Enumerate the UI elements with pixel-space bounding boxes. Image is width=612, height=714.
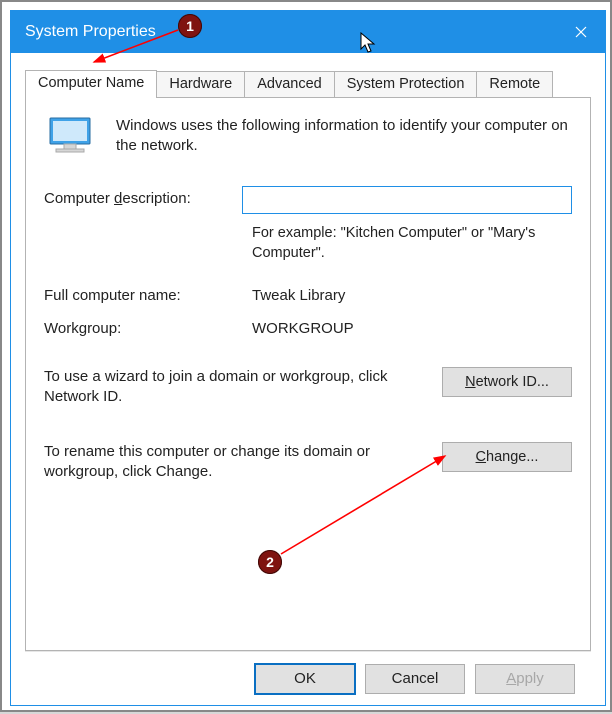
tab-advanced[interactable]: Advanced xyxy=(244,71,335,97)
tab-hardware[interactable]: Hardware xyxy=(156,71,245,97)
tab-label: System Protection xyxy=(347,76,465,92)
close-icon xyxy=(575,26,587,38)
tab-computer-name[interactable]: Computer Name xyxy=(25,70,157,98)
computer-description-hint: For example: "Kitchen Computer" or "Mary… xyxy=(252,224,572,263)
tabstrip: Computer Name Hardware Advanced System P… xyxy=(25,67,591,97)
network-id-text: To use a wizard to join a domain or work… xyxy=(44,367,442,408)
window-title: System Properties xyxy=(25,23,156,41)
tab-remote[interactable]: Remote xyxy=(476,71,553,97)
workgroup-label: Workgroup: xyxy=(44,316,252,337)
tab-label: Remote xyxy=(489,76,540,92)
tab-label: Advanced xyxy=(257,76,322,92)
tab-system-protection[interactable]: System Protection xyxy=(334,71,478,97)
change-text: To rename this computer or change its do… xyxy=(44,442,442,483)
network-id-button[interactable]: Network ID... xyxy=(442,367,572,397)
full-computer-name-value: Tweak Library xyxy=(252,283,572,304)
system-properties-dialog: System Properties Computer Name Hardware… xyxy=(10,10,606,706)
full-computer-name-label: Full computer name: xyxy=(44,283,252,304)
computer-icon xyxy=(44,116,98,164)
apply-button[interactable]: Apply xyxy=(475,664,575,694)
dialog-button-bar: OK Cancel Apply xyxy=(25,651,591,705)
close-button[interactable] xyxy=(557,11,605,53)
ok-button[interactable]: OK xyxy=(255,664,355,694)
workgroup-value: WORKGROUP xyxy=(252,316,572,337)
tab-label: Computer Name xyxy=(38,75,144,91)
computer-description-label: Computer description: xyxy=(44,186,242,207)
client-area: Computer Name Hardware Advanced System P… xyxy=(11,53,605,705)
tabpanel-computer-name: Windows uses the following information t… xyxy=(25,97,591,651)
cancel-button[interactable]: Cancel xyxy=(365,664,465,694)
tab-label: Hardware xyxy=(169,76,232,92)
intro-text: Windows uses the following information t… xyxy=(116,116,572,157)
titlebar[interactable]: System Properties xyxy=(11,11,605,53)
change-button[interactable]: Change... xyxy=(442,442,572,472)
computer-description-input[interactable] xyxy=(242,186,572,214)
